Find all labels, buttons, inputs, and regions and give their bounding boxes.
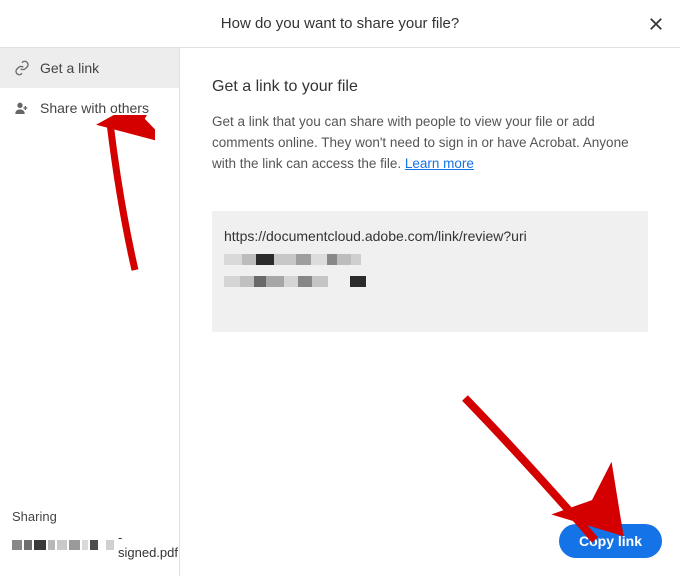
- dialog-body: Get a link Share with others Sharing: [0, 48, 680, 576]
- redacted-text: [224, 276, 328, 287]
- sidebar-item-get-link[interactable]: Get a link: [0, 48, 179, 88]
- dialog-header: How do you want to share your file?: [0, 0, 680, 48]
- url-text: https://documentcloud.adobe.com/link/rev…: [224, 228, 527, 244]
- sidebar-footer: Sharing -signed.pdf: [0, 499, 179, 576]
- close-button[interactable]: [646, 14, 666, 34]
- copy-link-button[interactable]: Copy link: [559, 524, 662, 558]
- person-add-icon: [14, 100, 30, 116]
- sidebar-item-label: Share with others: [40, 100, 149, 116]
- sidebar-item-label: Get a link: [40, 60, 99, 76]
- redacted-text: [106, 539, 114, 551]
- panel-title: Get a link to your file: [212, 78, 648, 96]
- learn-more-link[interactable]: Learn more: [405, 156, 474, 171]
- sidebar-nav: Get a link Share with others: [0, 48, 179, 499]
- redacted-text: [350, 276, 366, 287]
- redacted-text: [12, 539, 98, 551]
- link-icon: [14, 60, 30, 76]
- redacted-text: [224, 254, 361, 265]
- filename-suffix: -signed.pdf: [118, 530, 178, 560]
- sharing-label: Sharing: [12, 509, 167, 524]
- panel-description: Get a link that you can share with peopl…: [212, 112, 648, 175]
- dialog-title: How do you want to share your file?: [221, 15, 459, 32]
- main-panel: Get a link to your file Get a link that …: [180, 48, 680, 576]
- filename: -signed.pdf: [12, 530, 167, 560]
- share-url-field[interactable]: https://documentcloud.adobe.com/link/rev…: [212, 211, 648, 332]
- sidebar: Get a link Share with others Sharing: [0, 48, 180, 576]
- close-icon: [649, 17, 663, 31]
- sidebar-item-share-others[interactable]: Share with others: [0, 88, 179, 128]
